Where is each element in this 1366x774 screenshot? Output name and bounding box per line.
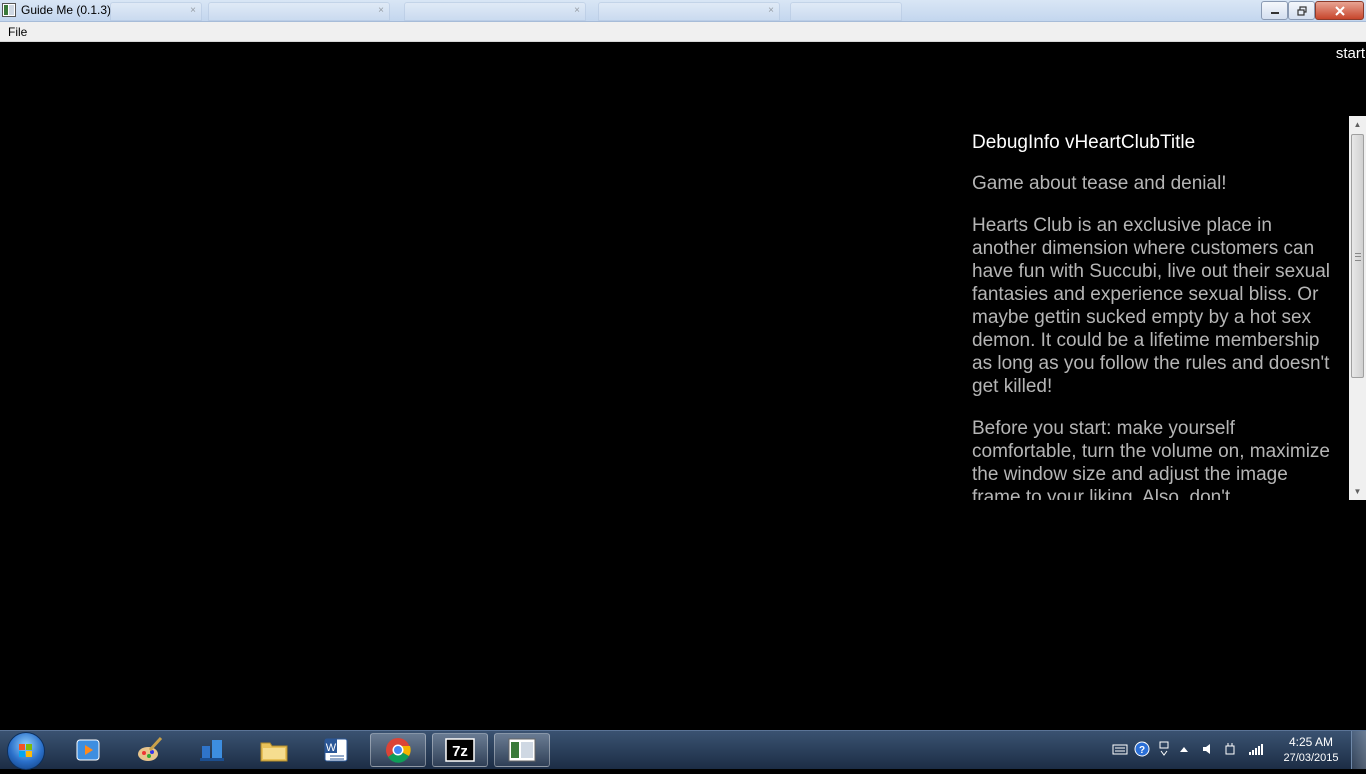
minimize-button[interactable]	[1261, 1, 1288, 20]
updates-icon[interactable]	[1156, 741, 1172, 757]
menu-file[interactable]: File	[8, 25, 27, 39]
taskbar: W 7z ? 4:25 AM 27/03/2015	[0, 730, 1366, 770]
guide-me-icon	[508, 738, 536, 762]
show-hidden-icons-icon[interactable]	[1176, 741, 1192, 757]
scroll-down-button[interactable]: ▼	[1349, 483, 1366, 500]
app-icon	[2, 3, 16, 17]
background-tab: ×	[404, 2, 586, 21]
svg-text:W: W	[326, 742, 337, 754]
background-tab	[790, 2, 902, 21]
taskbar-explorer[interactable]	[246, 733, 302, 767]
window-title: Guide Me (0.1.3)	[21, 3, 112, 17]
svg-text:7z: 7z	[452, 743, 468, 760]
title-bar[interactable]: Guide Me (0.1.3) × × × ×	[0, 0, 1366, 22]
minimize-icon	[1270, 11, 1279, 14]
paragraph-instructions: Before you start: make yourself comforta…	[972, 418, 1330, 500]
scroll-thumb[interactable]	[1351, 134, 1364, 378]
chrome-icon	[386, 738, 411, 763]
7zip-icon: 7z	[445, 738, 475, 762]
network-icon	[200, 740, 224, 761]
menu-bar: File	[0, 22, 1366, 42]
taskbar-word[interactable]: W	[308, 733, 364, 767]
restore-button[interactable]	[1288, 1, 1315, 20]
volume-icon[interactable]	[1200, 741, 1216, 757]
text-panel[interactable]: DebugInfo vHeartClubTitle Game about tea…	[960, 116, 1349, 500]
clock[interactable]: 4:25 AM 27/03/2015	[1280, 734, 1342, 766]
scroll-up-button[interactable]: ▲	[1349, 116, 1366, 133]
clock-time: 4:25 AM	[1288, 735, 1334, 749]
clock-date: 27/03/2015	[1283, 752, 1339, 764]
taskbar-network[interactable]	[184, 733, 240, 767]
background-tab: ×	[208, 2, 390, 21]
media-player-icon	[76, 739, 100, 761]
taskbar-7zip[interactable]: 7z	[432, 733, 488, 767]
svg-text:?: ?	[1139, 745, 1145, 756]
close-button[interactable]	[1315, 1, 1364, 20]
background-tab: ×	[598, 2, 780, 21]
taskbar-chrome[interactable]	[370, 733, 426, 767]
paint-icon	[138, 736, 163, 761]
paragraph-tagline: Game about tease and denial!	[972, 173, 1227, 194]
windows-logo-icon	[19, 744, 32, 757]
background-tab: ×	[110, 2, 202, 21]
restore-icon	[1296, 5, 1307, 16]
show-desktop-button[interactable]	[1351, 731, 1366, 769]
start-button[interactable]	[7, 732, 45, 770]
word-icon: W	[324, 738, 348, 762]
debug-title: DebugInfo vHeartClubTitle	[972, 132, 1196, 153]
arrow-up-icon: ▲	[1353, 120, 1362, 129]
taskbar-paint[interactable]	[122, 733, 178, 767]
arrow-down-icon: ▼	[1353, 487, 1362, 496]
network-signal-icon[interactable]	[1248, 741, 1264, 757]
help-icon[interactable]: ?	[1134, 741, 1150, 757]
keyboard-icon[interactable]	[1112, 741, 1128, 757]
power-icon[interactable]	[1222, 741, 1238, 757]
taskbar-guide-me[interactable]	[494, 733, 550, 767]
paragraph-description: Hearts Club is an exclusive place in ano…	[972, 215, 1331, 397]
taskbar-media-player[interactable]	[60, 733, 116, 767]
close-icon	[1334, 5, 1345, 16]
folder-icon	[260, 742, 288, 762]
text-scrollbar[interactable]: ▲ ▼	[1349, 116, 1366, 500]
system-tray: ?	[1108, 731, 1278, 769]
grip-icon	[1355, 253, 1361, 261]
start-label: start	[1335, 45, 1365, 62]
